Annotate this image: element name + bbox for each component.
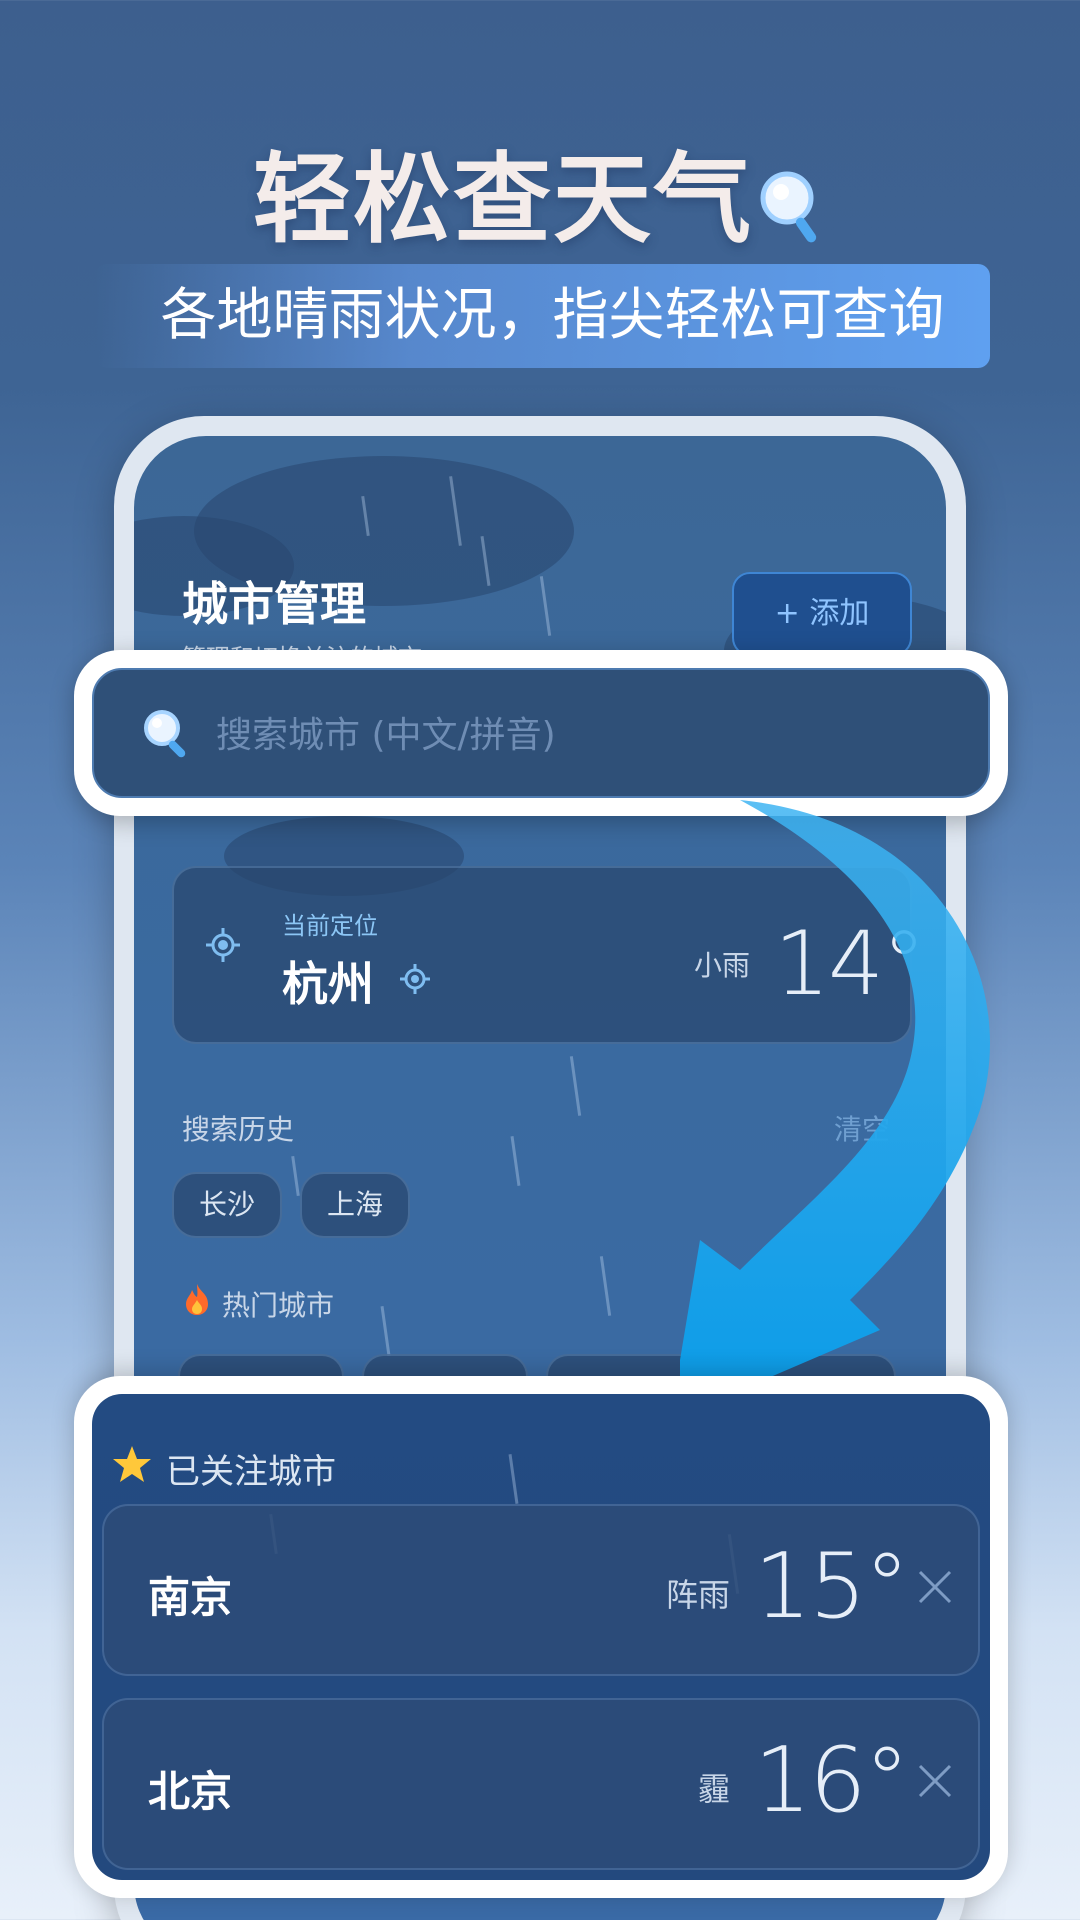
- rain-streak: [539, 576, 552, 636]
- rain-streak: [599, 1256, 612, 1316]
- search-bar-callout: 搜索城市 (中文/拼音): [74, 650, 1008, 816]
- followed-city-card[interactable]: 南京 阵雨 15°: [102, 1504, 980, 1676]
- gps-marker-icon: [398, 962, 432, 1000]
- followed-city-condition: 霾: [698, 1770, 731, 1808]
- add-city-button[interactable]: + 添加: [732, 572, 912, 656]
- followed-city-name: 南京: [148, 1573, 233, 1622]
- search-history-label: 搜索历史: [182, 1113, 295, 1146]
- promo-title: 轻松查天气: [0, 120, 1080, 262]
- rain-streak: [510, 1136, 521, 1186]
- close-icon[interactable]: [910, 1756, 960, 1806]
- current-location-condition: 小雨: [694, 949, 751, 982]
- search-icon: [140, 706, 192, 758]
- promo-subtitle: 各地晴雨状况，指尖轻松可查询: [95, 264, 990, 368]
- current-location-label: 当前定位: [282, 912, 378, 940]
- followed-city-card[interactable]: 北京 霾 16°: [102, 1698, 980, 1870]
- current-location-temperature: 14°: [774, 912, 926, 1015]
- search-input[interactable]: 搜索城市 (中文/拼音): [92, 668, 990, 798]
- locate-icon: [204, 926, 242, 968]
- rain-streak: [569, 1056, 582, 1116]
- current-location-city: 杭州: [282, 957, 374, 1011]
- followed-cities-label: 已关注城市: [166, 1452, 336, 1492]
- followed-cities-callout: 已关注城市 南京 阵雨 15° 北京 霾 16°: [74, 1376, 1008, 1898]
- star-icon: [112, 1444, 152, 1484]
- followed-city-temperature: 15°: [754, 1534, 910, 1639]
- magnifier-icon: [757, 158, 827, 243]
- rain-streak: [291, 1155, 300, 1197]
- hot-cities-label: 热门城市: [222, 1289, 335, 1322]
- followed-city-condition: 阵雨: [666, 1576, 731, 1614]
- search-placeholder: 搜索城市 (中文/拼音): [216, 715, 556, 756]
- clear-history-button[interactable]: 清空: [834, 1108, 890, 1148]
- history-chip[interactable]: 上海: [300, 1172, 410, 1238]
- followed-city-temperature: 16°: [754, 1728, 910, 1833]
- promo-title-text: 轻松查天气: [252, 143, 753, 257]
- rain-streak: [508, 1454, 519, 1504]
- page-title: 城市管理: [182, 577, 366, 631]
- history-chip[interactable]: 长沙: [172, 1172, 282, 1238]
- followed-cities-panel: 已关注城市 南京 阵雨 15° 北京 霾 16°: [92, 1394, 990, 1880]
- close-icon[interactable]: [910, 1562, 960, 1612]
- fire-icon: [182, 1282, 212, 1320]
- current-location-card[interactable]: 当前定位 杭州 小雨 14°: [172, 866, 926, 1044]
- followed-city-name: 北京: [148, 1767, 233, 1816]
- rain-streak: [380, 1306, 391, 1356]
